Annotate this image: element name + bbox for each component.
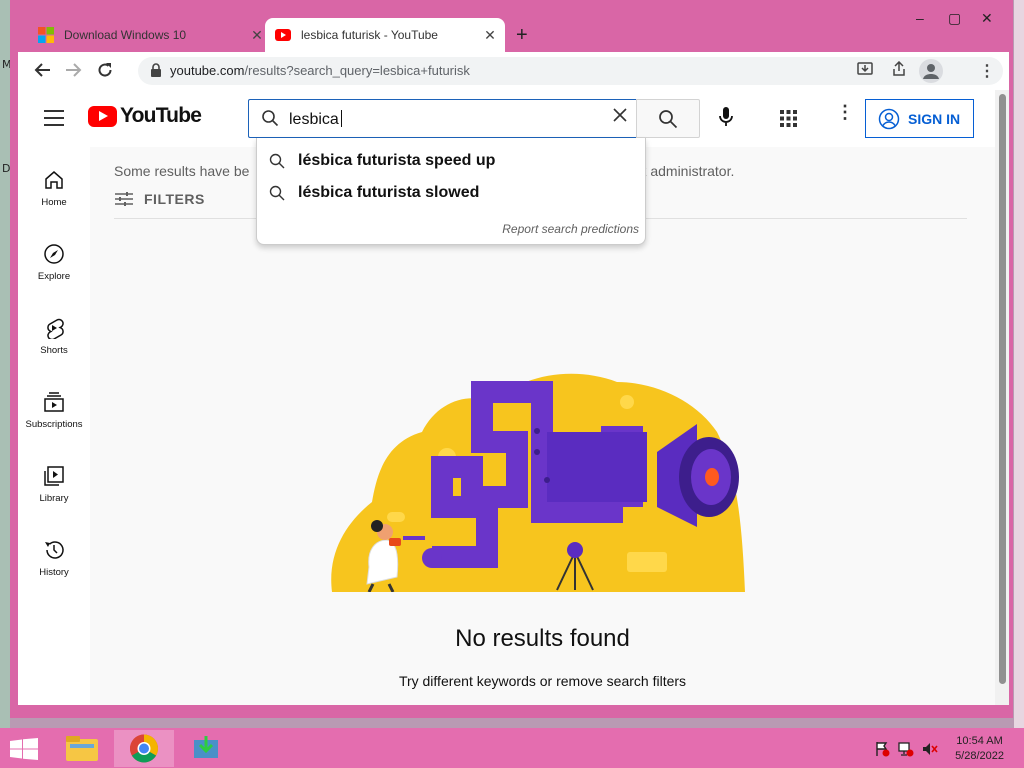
desktop-right-strip — [1014, 0, 1024, 728]
sidebar-item-label: Explore — [37, 271, 71, 282]
sidebar-item-home[interactable]: Home — [18, 169, 90, 208]
close-window-button[interactable]: ✕ — [981, 10, 993, 27]
search-button[interactable] — [636, 99, 700, 138]
install-app-icon[interactable] — [857, 61, 873, 77]
sidebar-item-label: Shorts — [40, 345, 68, 356]
youtube-play-logo-icon — [88, 105, 117, 127]
address-bar[interactable]: youtube.com/results?search_query=lesbica… — [138, 57, 1003, 85]
sidebar-item-label: History — [39, 567, 69, 578]
youtube-favicon-icon — [275, 29, 291, 41]
download-app-icon — [194, 736, 218, 758]
search-icon — [262, 110, 279, 127]
browser-window: Download Windows 10 ✕ lesbica futurisk -… — [10, 0, 1013, 718]
search-icon — [269, 185, 285, 201]
reload-icon[interactable] — [96, 61, 114, 79]
sidebar-item-explore[interactable]: Explore — [18, 243, 90, 282]
no-results-telescope-illustration — [331, 373, 745, 592]
youtube-logo[interactable]: YouTube — [88, 104, 202, 128]
scrollbar-thumb[interactable] — [999, 94, 1006, 684]
url-path: /results?search_query=lesbica+futurisk — [244, 63, 470, 78]
person-icon — [923, 64, 939, 79]
page-scrollbar[interactable] — [995, 90, 1009, 705]
taskbar-chrome[interactable] — [114, 730, 174, 767]
taskbar-app[interactable] — [176, 730, 236, 767]
share-icon[interactable] — [891, 61, 907, 77]
filter-sliders-icon — [115, 192, 133, 206]
search-query-value: lesbica — [289, 111, 339, 128]
search-input[interactable]: lesbica — [248, 99, 636, 138]
clock-time: 10:54 AM — [956, 735, 1003, 747]
chrome-icon — [130, 734, 158, 763]
suggestion-text: lésbica futurista slowed — [298, 184, 480, 201]
sign-in-label: SIGN IN — [908, 110, 961, 127]
shorts-icon — [47, 318, 64, 339]
sidebar-item-label: Library — [39, 493, 69, 504]
filters-button[interactable]: FILTERS — [114, 191, 205, 207]
apps-grid-icon[interactable] — [780, 110, 797, 127]
search-suggestions-dropdown: lésbica futurista speed up lésbica futur… — [256, 138, 646, 245]
subscriptions-icon — [44, 392, 64, 412]
suggestion-text: lésbica futurista speed up — [298, 152, 496, 169]
tab-youtube[interactable]: lesbica futurisk - YouTube ✕ — [265, 18, 505, 52]
sidebar-item-subscriptions[interactable]: Subscriptions — [18, 391, 90, 430]
url-host: youtube.com — [170, 63, 245, 78]
suggestion-item[interactable]: lésbica futurista slowed — [269, 184, 479, 202]
settings-more-icon[interactable]: ⋮ — [836, 103, 854, 121]
search-icon — [659, 110, 678, 129]
volume-muted-icon[interactable] — [922, 741, 938, 757]
clock-date: 5/28/2022 — [955, 750, 1004, 762]
folder-icon — [66, 736, 98, 761]
tab-title: lesbica futurisk - YouTube — [301, 28, 438, 42]
desktop-left-strip — [0, 0, 10, 728]
no-results-title: No results found — [455, 625, 630, 652]
restricted-notice-text: Some results have be — [114, 163, 250, 179]
close-tab-icon[interactable]: ✕ — [479, 27, 501, 44]
sidebar-item-label: Home — [41, 197, 67, 208]
youtube-page: YouTube lesbica ⋮ SIGN IN Home Explore S… — [18, 90, 1009, 705]
network-icon[interactable] — [898, 741, 914, 757]
no-results-hint: Try different keywords or remove search … — [398, 673, 687, 689]
guide-menu-icon[interactable] — [44, 110, 64, 126]
browser-toolbar: youtube.com/results?search_query=lesbica… — [18, 52, 1009, 90]
report-search-predictions-link[interactable]: Report search predictions — [502, 222, 639, 236]
guide-sidebar: Home Explore Shorts Subscriptions Librar… — [18, 147, 90, 705]
microphone-icon[interactable] — [718, 106, 734, 128]
url-text: youtube.com/results?search_query=lesbica… — [170, 63, 470, 78]
logo-text: YouTube — [120, 104, 202, 127]
search-query-text: lesbica — [289, 110, 342, 129]
tab-title: Download Windows 10 — [64, 28, 187, 42]
home-icon — [45, 171, 63, 189]
library-icon — [44, 466, 64, 486]
filters-label: FILTERS — [144, 191, 205, 207]
windows-logo-icon — [38, 27, 54, 43]
new-tab-button[interactable]: + — [516, 24, 528, 47]
tab-download-windows[interactable]: Download Windows 10 ✕ — [28, 18, 272, 52]
profile-avatar[interactable] — [919, 59, 943, 83]
maximize-button[interactable]: ▢ — [948, 10, 961, 27]
sidebar-item-history[interactable]: History — [18, 539, 90, 578]
search-icon — [269, 153, 285, 169]
sidebar-item-label: Subscriptions — [25, 419, 83, 430]
browser-menu-icon[interactable]: ⋮ — [979, 61, 995, 81]
system-clock[interactable]: 10:54 AM 5/28/2022 — [955, 734, 1004, 764]
lock-icon[interactable] — [150, 63, 162, 77]
tab-strip: Download Windows 10 ✕ lesbica futurisk -… — [10, 0, 1013, 52]
minimize-button[interactable]: – — [916, 10, 924, 26]
sidebar-item-library[interactable]: Library — [18, 465, 90, 504]
text-caret — [340, 110, 342, 127]
history-icon — [45, 541, 64, 559]
suggestion-item[interactable]: lésbica futurista speed up — [269, 152, 495, 170]
start-button-windows-icon[interactable] — [10, 738, 38, 760]
compass-icon — [44, 244, 64, 264]
back-arrow-icon[interactable] — [34, 61, 52, 79]
action-center-flag-icon[interactable] — [874, 741, 890, 757]
taskbar-file-explorer[interactable] — [52, 730, 112, 767]
sidebar-item-shorts[interactable]: Shorts — [18, 317, 90, 356]
sign-in-button[interactable]: SIGN IN — [865, 99, 974, 138]
account-circle-icon — [878, 108, 900, 129]
forward-arrow-icon[interactable] — [64, 61, 82, 79]
clear-search-icon[interactable] — [612, 107, 628, 123]
taskbar: 10:54 AM 5/28/2022 — [0, 728, 1024, 768]
